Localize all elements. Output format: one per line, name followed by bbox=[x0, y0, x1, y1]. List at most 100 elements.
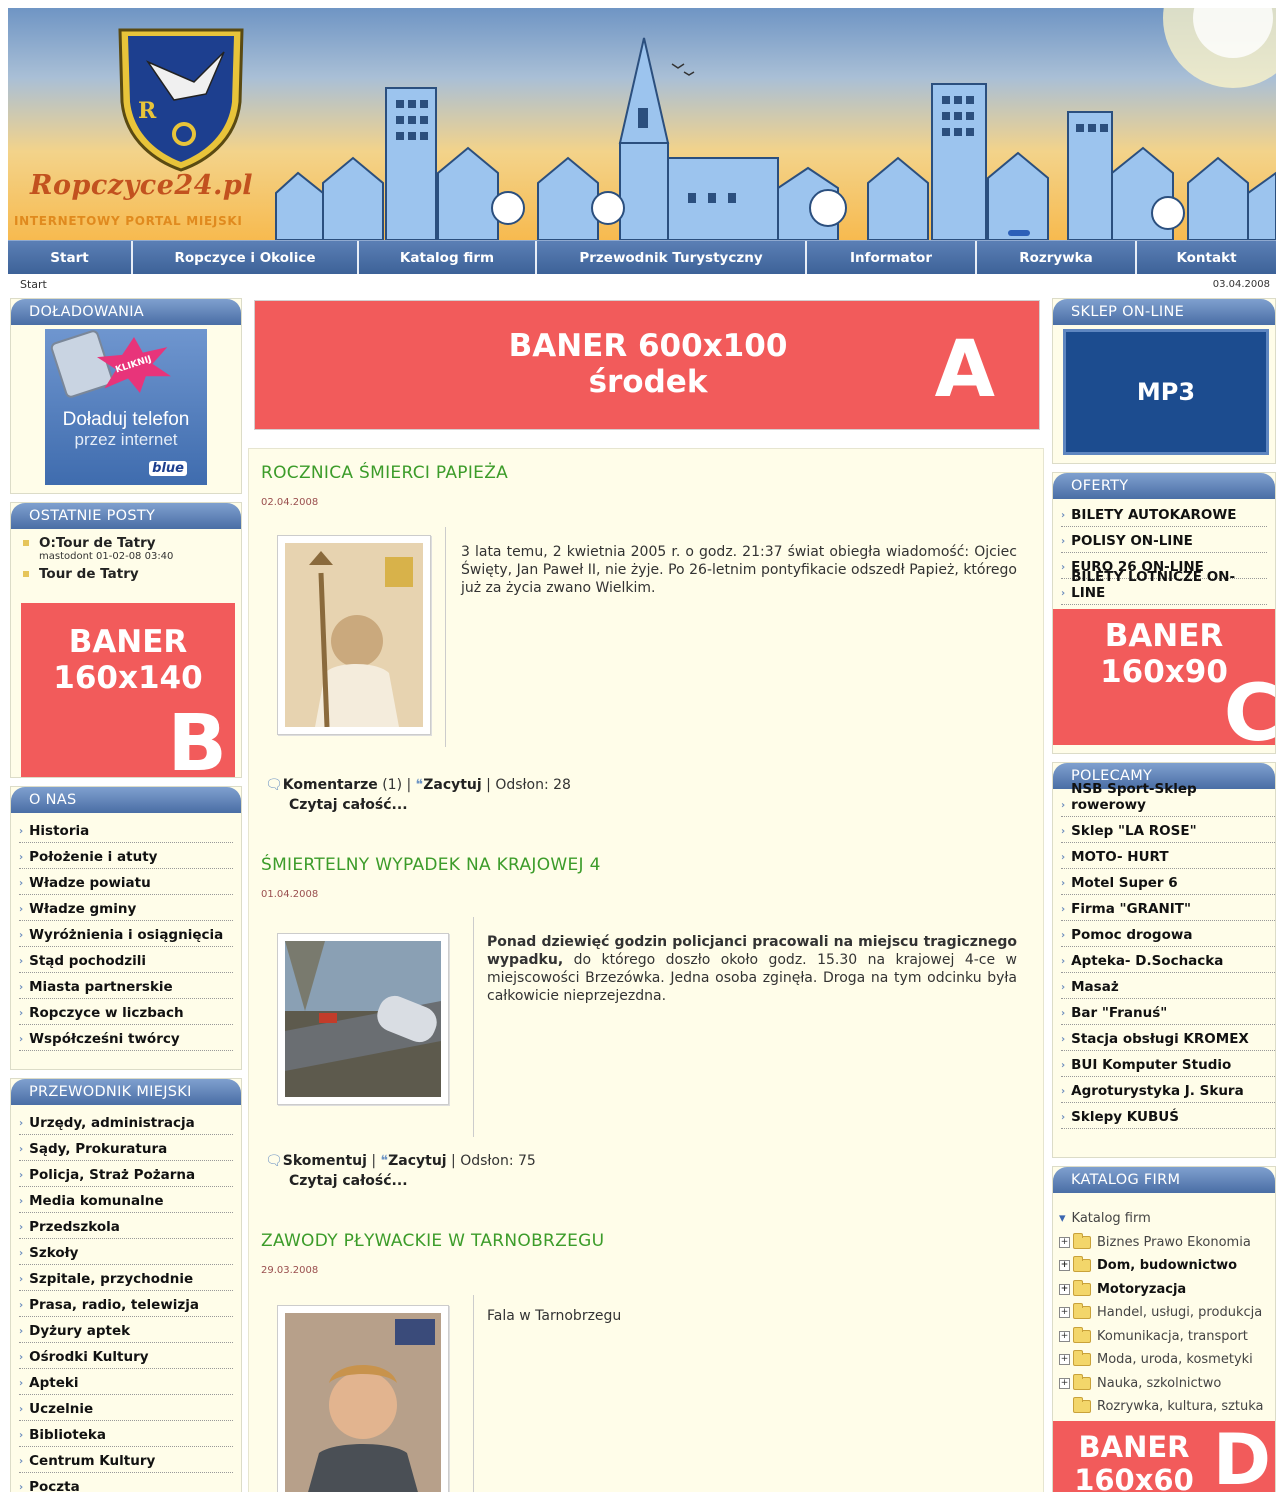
quote-link[interactable]: Zacytuj bbox=[388, 1153, 446, 1169]
przewodnik-box: PRZEWODNIK MIEJSKI › Urzędy, administracj… bbox=[10, 1078, 242, 1492]
article-title[interactable]: ŚMIERTELNY WYPADEK NA KRAJOWEJ 4 bbox=[261, 855, 601, 875]
nav-item-kontakt[interactable]: Kontakt bbox=[1137, 241, 1276, 275]
banner-c[interactable]: BANER 160x90 C bbox=[1053, 609, 1275, 745]
banner-d[interactable]: BANER 160x60 D bbox=[1053, 1421, 1275, 1492]
menu-item[interactable]: › Położenie i atuty bbox=[19, 843, 233, 869]
nav-item-ropczyce-okolice[interactable]: Ropczyce i Okolice bbox=[133, 241, 359, 275]
menu-item[interactable]: › Władze gminy bbox=[19, 895, 233, 921]
menu-item[interactable]: › Miasta partnerskie bbox=[19, 973, 233, 999]
post-title[interactable]: Tour de Tatry bbox=[39, 566, 139, 582]
menu-item[interactable]: › Ośrodki Kultury bbox=[19, 1343, 233, 1369]
comments-link[interactable]: Komentarze bbox=[283, 777, 378, 793]
article-title[interactable]: ZAWODY PŁYWACKIE W TARNOBRZEGU bbox=[261, 1231, 604, 1251]
banner-b-text: BANER 160x140 bbox=[53, 624, 203, 696]
nav-item-informator[interactable]: Informator bbox=[807, 241, 977, 275]
article-actions: 🗨Skomentuj | ❝Zacytuj | Odsłon: 75 bbox=[265, 1153, 536, 1169]
expand-icon[interactable]: + bbox=[1059, 1236, 1070, 1248]
tree-item[interactable]: + Nauka, szkolnictwo bbox=[1059, 1372, 1275, 1396]
nav-item-start[interactable]: Start bbox=[8, 241, 133, 275]
nav-item-rozrywka[interactable]: Rozrywka bbox=[977, 241, 1137, 275]
read-more-link[interactable]: Czytaj całość... bbox=[289, 1173, 408, 1189]
comment-link[interactable]: Skomentuj bbox=[283, 1153, 367, 1169]
site-header: R Ropczyce24.pl INTERNETOWY PORTAL MIEJS… bbox=[8, 8, 1276, 240]
read-more-link[interactable]: Czytaj całość... bbox=[289, 797, 408, 813]
topup-promo[interactable]: KLIKNIJ Doładuj telefon przez internet b… bbox=[45, 329, 207, 485]
tree-item[interactable]: + Komunikacja, transport bbox=[1059, 1325, 1275, 1349]
doladowania-title: DOŁADOWANIA bbox=[11, 299, 241, 325]
menu-item[interactable]: › Poczta bbox=[19, 1473, 233, 1492]
article-image[interactable] bbox=[277, 1305, 449, 1492]
menu-item[interactable]: › Szkoły bbox=[19, 1239, 233, 1265]
menu-item[interactable]: › Sklep "LA ROSE" bbox=[1061, 817, 1275, 843]
tree-item[interactable]: + Dom, budownictwo bbox=[1059, 1254, 1275, 1278]
menu-item[interactable]: › Stacja obsługi KROMEX bbox=[1061, 1025, 1275, 1051]
folder-icon bbox=[1073, 1350, 1091, 1367]
menu-item[interactable]: › Prasa, radio, telewizja bbox=[19, 1291, 233, 1317]
menu-item[interactable]: › Policja, Straż Pożarna bbox=[19, 1161, 233, 1187]
tree-item[interactable]: + Handel, usługi, produkcja bbox=[1059, 1301, 1275, 1325]
menu-item[interactable]: › MOTO- HURT bbox=[1061, 843, 1275, 869]
menu-item[interactable]: › Agroturystyka J. Skura bbox=[1061, 1077, 1275, 1103]
article-image[interactable] bbox=[277, 535, 431, 735]
expand-icon[interactable]: + bbox=[1059, 1307, 1070, 1319]
expand-icon[interactable]: + bbox=[1059, 1377, 1070, 1389]
menu-item[interactable]: › Apteki bbox=[19, 1369, 233, 1395]
expand-icon[interactable]: + bbox=[1059, 1354, 1070, 1366]
quote-link[interactable]: Zacytuj bbox=[423, 777, 481, 793]
menu-item[interactable]: › Motel Super 6 bbox=[1061, 869, 1275, 895]
breadcrumb[interactable]: Start bbox=[20, 278, 47, 291]
o-nas-menu: › Historia › Położenie i atuty › Władze pow… bbox=[19, 817, 233, 1051]
menu-item[interactable]: › Szpitale, przychodnie bbox=[19, 1265, 233, 1291]
menu-item[interactable]: › Media komunalne bbox=[19, 1187, 233, 1213]
menu-item[interactable]: › BILETY AUTOKAROWE bbox=[1061, 501, 1267, 527]
menu-item[interactable]: › POLISY ON-LINE bbox=[1061, 527, 1267, 553]
expand-icon[interactable]: + bbox=[1059, 1330, 1070, 1342]
menu-item[interactable]: › NSB Sport-Sklep rowerowy bbox=[1061, 781, 1275, 817]
tree-item[interactable]: + Motoryzacja bbox=[1059, 1278, 1275, 1302]
menu-item[interactable]: › BUI Komputer Studio bbox=[1061, 1051, 1275, 1077]
tree-item[interactable]: + Moda, uroda, kosmetyki bbox=[1059, 1348, 1275, 1372]
menu-item[interactable]: › Ropczyce w liczbach bbox=[19, 999, 233, 1025]
site-logo-text[interactable]: Ropczyce24.pl bbox=[30, 170, 253, 201]
menu-item[interactable]: › Apteka- D.Sochacka bbox=[1061, 947, 1275, 973]
article-image[interactable] bbox=[277, 933, 449, 1105]
banner-b[interactable]: BANER 160x140 B bbox=[21, 603, 235, 777]
menu-item[interactable]: › Historia bbox=[19, 817, 233, 843]
expand-icon[interactable]: + bbox=[1059, 1260, 1070, 1272]
mp3-shop-link[interactable]: MP3 bbox=[1063, 329, 1269, 455]
menu-item[interactable]: › Dyżury aptek bbox=[19, 1317, 233, 1343]
menu-item[interactable]: › Biblioteka bbox=[19, 1421, 233, 1447]
menu-item[interactable]: › Sklepy KUBUŚ bbox=[1061, 1103, 1275, 1129]
pope-photo bbox=[285, 543, 423, 728]
menu-item[interactable]: › Władze powiatu bbox=[19, 869, 233, 895]
menu-item[interactable]: › Przedszkola bbox=[19, 1213, 233, 1239]
phone-icon bbox=[49, 329, 115, 400]
article-date: 29.03.2008 bbox=[261, 1265, 319, 1276]
nav-item-przewodnik[interactable]: Przewodnik Turystyczny bbox=[537, 241, 807, 275]
menu-item[interactable]: › Masaż bbox=[1061, 973, 1275, 999]
tree-item[interactable]: + Biznes Prawo Ekonomia bbox=[1059, 1231, 1275, 1255]
oferty-menu: › BILETY AUTOKAROWE › POLISY ON-LINE › EURO… bbox=[1061, 501, 1267, 605]
expand-icon[interactable]: + bbox=[1059, 1283, 1070, 1295]
folder-icon bbox=[1073, 1279, 1091, 1296]
menu-item[interactable]: › Sądy, Prokuratura bbox=[19, 1135, 233, 1161]
menu-item[interactable]: › Współcześni twórcy bbox=[19, 1025, 233, 1051]
menu-item[interactable]: › Wyróżnienia i osiągnięcia bbox=[19, 921, 233, 947]
menu-item[interactable]: › Centrum Kultury bbox=[19, 1447, 233, 1473]
nav-item-katalog-firm[interactable]: Katalog firm bbox=[359, 241, 537, 275]
menu-item[interactable]: › Uczelnie bbox=[19, 1395, 233, 1421]
menu-item[interactable]: › Bar "Franuś" bbox=[1061, 999, 1275, 1025]
menu-item[interactable]: › Stąd pochodzili bbox=[19, 947, 233, 973]
article-actions: 🗨Komentarze (1) | ❝Zacytuj | Odsłon: 28 bbox=[265, 777, 571, 793]
tree-root[interactable]: ▾ Katalog firm bbox=[1059, 1207, 1275, 1231]
svg-text:R: R bbox=[138, 98, 157, 124]
menu-item[interactable]: › Firma "GRANIT" bbox=[1061, 895, 1275, 921]
menu-item[interactable]: › Pomoc drogowa bbox=[1061, 921, 1275, 947]
menu-item[interactable]: › Urzędy, administracja bbox=[19, 1109, 233, 1135]
article-title[interactable]: ROCZNICA ŚMIERCI PAPIEŻA bbox=[261, 463, 508, 483]
banner-a[interactable]: BANER 600x100 środek A bbox=[254, 300, 1040, 430]
przewodnik-menu: › Urzędy, administracja › Sądy, Prokuratur… bbox=[19, 1109, 233, 1492]
tree-item[interactable]: Rozrywka, kultura, sztuka bbox=[1059, 1395, 1275, 1419]
menu-item[interactable]: › BILETY LOTNICZE ON-LINE bbox=[1061, 569, 1267, 605]
post-title[interactable]: O:Tour de Tatry bbox=[39, 535, 173, 551]
